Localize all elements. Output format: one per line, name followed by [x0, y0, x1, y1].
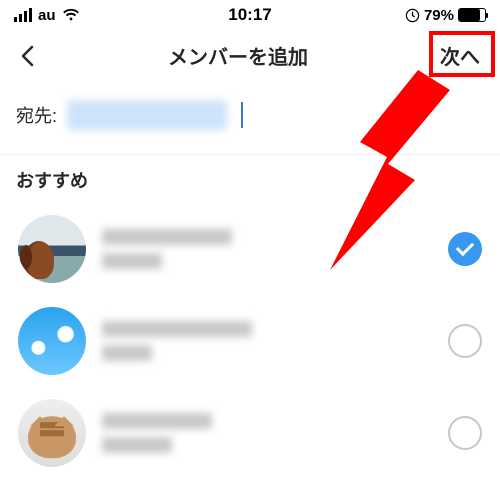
status-right: 79% [405, 7, 486, 24]
wifi-icon [62, 8, 80, 22]
select-toggle[interactable] [448, 416, 482, 450]
list-item[interactable] [0, 295, 500, 387]
to-label: 宛先: [16, 102, 57, 128]
user-name-block [102, 321, 432, 361]
signal-icon [14, 8, 32, 22]
status-left: au [14, 7, 80, 24]
select-toggle[interactable] [448, 324, 482, 358]
avatar [18, 399, 86, 467]
text-cursor [241, 102, 243, 128]
battery-text: 79% [424, 7, 454, 24]
recipient-chip[interactable] [67, 100, 227, 130]
annotation-highlight [429, 31, 495, 77]
user-name-block [102, 413, 432, 453]
avatar [18, 307, 86, 375]
clock: 10:17 [228, 5, 271, 25]
list-item[interactable] [0, 387, 500, 479]
battery-icon [458, 8, 486, 22]
carrier-label: au [38, 7, 56, 24]
status-bar: au 10:17 79% [0, 0, 500, 30]
avatar [18, 215, 86, 283]
page-title: メンバーを追加 [168, 41, 308, 70]
annotation-arrow [280, 70, 470, 280]
orientation-lock-icon [405, 8, 420, 23]
back-button[interactable] [14, 42, 42, 70]
chevron-left-icon [19, 45, 37, 67]
